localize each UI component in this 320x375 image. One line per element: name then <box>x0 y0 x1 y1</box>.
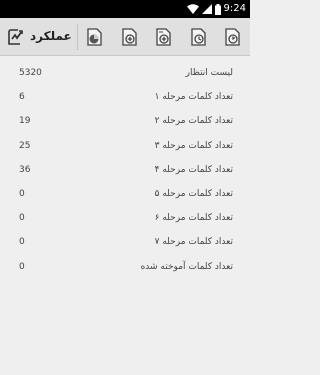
stat-row: تعداد کلمات مرحله ۵ 0 <box>0 183 250 207</box>
page-clock-icon[interactable] <box>188 27 208 47</box>
stats-list: لیست انتظار 5320 تعداد کلمات مرحله ۱ 6 ت… <box>0 62 250 280</box>
stat-value: 25 <box>19 140 31 151</box>
stat-label: تعداد کلمات مرحله ۵ <box>154 188 233 199</box>
performance-icon <box>8 29 23 45</box>
stat-row: تعداد کلمات مرحله ۲ 19 <box>0 110 250 134</box>
stat-row: تعداد کلمات مرحله ۶ 0 <box>0 207 250 231</box>
stat-label: تعداد کلمات مرحله ۲ <box>154 116 233 127</box>
stat-label: تعداد کلمات مرحله ۳ <box>154 140 233 151</box>
signal-icon <box>201 4 212 14</box>
action-bar-title-button[interactable]: عملکرد <box>0 18 77 55</box>
stat-value: 36 <box>19 164 31 175</box>
stat-row: تعداد کلمات آموخته شده 0 <box>0 256 250 280</box>
stat-row: تعداد کلمات مرحله ۴ 36 <box>0 159 250 183</box>
stat-label: تعداد کلمات مرحله ۶ <box>154 213 233 224</box>
action-bar: عملکرد <box>0 18 250 56</box>
stat-value: 0 <box>19 237 25 248</box>
stat-value: 0 <box>19 213 25 224</box>
stat-row: لیست انتظار 5320 <box>0 62 250 86</box>
stat-label: تعداد کلمات مرحله ۴ <box>154 164 233 175</box>
stat-label: تعداد کلمات مرحله ۱ <box>154 92 233 103</box>
stat-value: 5320 <box>19 68 42 78</box>
stat-value: 0 <box>19 188 25 199</box>
battery-icon <box>214 3 221 15</box>
stat-label: لیست انتظار <box>185 68 233 78</box>
stat-row: تعداد کلمات مرحله ۷ 0 <box>0 231 250 255</box>
action-bar-divider <box>77 24 78 50</box>
status-bar: 9:24 <box>0 0 250 18</box>
stat-value: 19 <box>19 116 31 127</box>
page-add-icon[interactable] <box>153 27 173 47</box>
chart-icon[interactable] <box>84 27 104 47</box>
stat-row: تعداد کلمات مرحله ۳ 25 <box>0 135 250 159</box>
status-icons: 9:24 <box>186 2 246 16</box>
stat-label: تعداد کلمات آموخته شده <box>140 261 233 272</box>
add-page-icon[interactable] <box>119 27 139 47</box>
status-time: 9:24 <box>223 3 246 14</box>
stat-value: 0 <box>19 261 25 272</box>
wifi-icon <box>186 4 199 14</box>
page-timer-icon[interactable] <box>222 27 242 47</box>
stat-value: 6 <box>19 92 25 103</box>
page-title: عملکرد <box>30 29 72 43</box>
stat-label: تعداد کلمات مرحله ۷ <box>154 237 233 248</box>
stat-row: تعداد کلمات مرحله ۱ 6 <box>0 86 250 110</box>
